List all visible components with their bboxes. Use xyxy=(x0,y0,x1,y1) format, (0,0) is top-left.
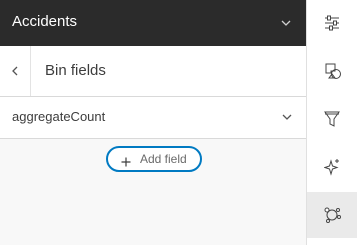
subheader: Bin fields xyxy=(0,46,306,97)
chevron-down-icon xyxy=(280,110,294,129)
chevron-down-icon[interactable] xyxy=(278,15,294,31)
toolbar-properties-button[interactable] xyxy=(307,0,357,46)
layer-title: Accidents xyxy=(12,13,78,30)
shapes-icon xyxy=(325,63,341,79)
toolbar-aggregation-button[interactable] xyxy=(307,192,357,238)
back-button[interactable] xyxy=(0,46,31,96)
toolbar-effects-button[interactable] xyxy=(307,144,357,190)
clustering-icon xyxy=(324,207,341,223)
add-field-button[interactable]: Add field xyxy=(106,146,202,172)
panel-header[interactable]: Accidents xyxy=(0,0,306,46)
sliders-icon xyxy=(325,15,339,31)
add-field-label: Add field xyxy=(140,152,187,166)
filter-icon xyxy=(324,111,340,127)
chevron-left-icon xyxy=(12,66,18,76)
toolbar-styles-button[interactable] xyxy=(307,48,357,94)
plus-icon xyxy=(121,154,131,172)
sparkle-icon xyxy=(324,159,339,176)
app-root: Accidents Bin fields aggregateCount Add … xyxy=(0,0,357,245)
page-title: Bin fields xyxy=(45,62,106,79)
bin-fields-panel: Accidents Bin fields aggregateCount Add … xyxy=(0,0,306,245)
field-label: aggregateCount xyxy=(12,109,106,124)
right-toolbar xyxy=(306,0,357,245)
field-item-aggregatecount[interactable]: aggregateCount xyxy=(0,97,306,139)
toolbar-filter-button[interactable] xyxy=(307,96,357,142)
